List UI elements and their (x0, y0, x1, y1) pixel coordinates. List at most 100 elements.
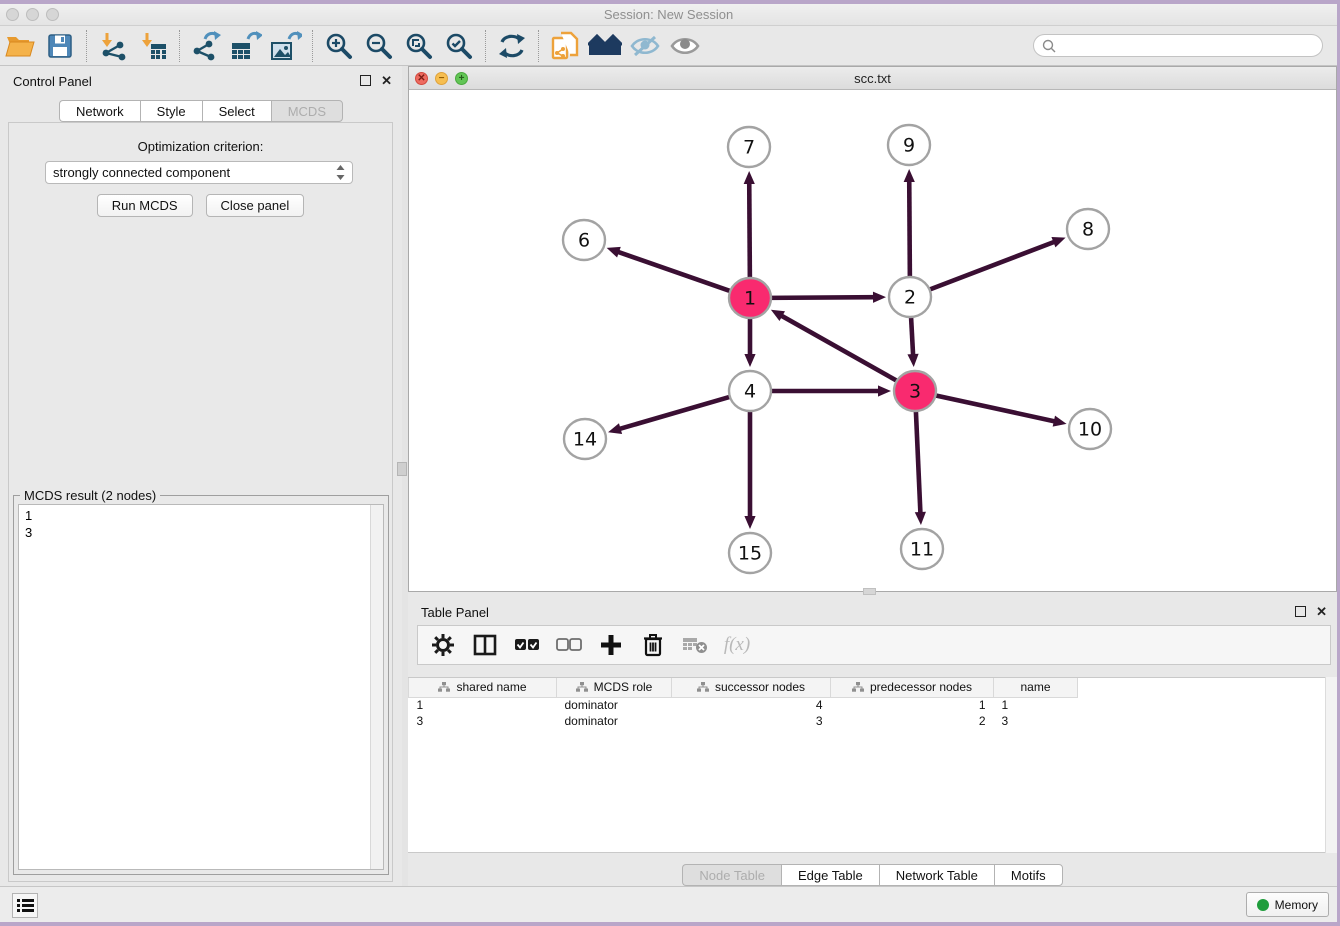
table-row[interactable]: 1dominator411 (409, 697, 1078, 713)
graph-node-4[interactable]: 4 (729, 371, 771, 411)
import-network-icon[interactable] (93, 29, 133, 63)
graph-edge[interactable] (744, 317, 755, 367)
column-header-2[interactable]: successor nodes (672, 678, 831, 697)
graph-edge[interactable] (769, 292, 886, 303)
delete-table-icon[interactable] (678, 629, 712, 661)
run-mcds-button[interactable]: Run MCDS (97, 194, 193, 217)
graph-edge[interactable] (904, 169, 915, 278)
close-table-panel-icon[interactable]: ✕ (1316, 605, 1327, 618)
table-cell[interactable]: 2 (831, 713, 994, 729)
table-cell[interactable]: dominator (557, 713, 672, 729)
network-window-titlebar[interactable]: ✕ − + scc.txt (409, 67, 1336, 90)
criterion-dropdown[interactable]: strongly connected component (45, 161, 353, 184)
control-panel-title: Control Panel (13, 74, 92, 89)
toolbar-separator (538, 30, 539, 62)
graph-edge[interactable] (934, 395, 1067, 427)
horizontal-splitter-grip[interactable] (863, 588, 876, 595)
graph-node-14[interactable]: 14 (564, 419, 606, 459)
zoom-selected-icon[interactable] (439, 29, 479, 63)
search-field[interactable] (1033, 34, 1323, 57)
import-table-icon[interactable] (133, 29, 173, 63)
column-header-3[interactable]: predecessor nodes (831, 678, 994, 697)
column-header-1[interactable]: MCDS role (557, 678, 672, 697)
select-all-checkbox-icon[interactable] (510, 629, 544, 661)
tab-edge-table[interactable]: Edge Table (781, 864, 879, 886)
tab-select[interactable]: Select (202, 100, 271, 122)
tab-network[interactable]: Network (59, 100, 140, 122)
graph-node-3[interactable]: 3 (894, 371, 936, 411)
node-table: shared nameMCDS rolesuccessor nodesprede… (408, 677, 1332, 853)
graph-node-11[interactable]: 11 (901, 529, 943, 569)
search-input[interactable] (1056, 39, 1314, 53)
close-panel-button[interactable]: Close panel (206, 194, 305, 217)
graph-edge[interactable] (771, 310, 899, 382)
column-header-4[interactable]: name (994, 678, 1078, 697)
graph-edge[interactable] (769, 385, 891, 396)
graph-edge[interactable] (744, 171, 755, 279)
network-view-window: ✕ − + scc.txt 7 9 6 8 1 2 4 3 14 10 15 11 (408, 66, 1337, 592)
home-layout-icon[interactable] (585, 29, 625, 63)
close-panel-icon[interactable]: ✕ (381, 74, 392, 87)
show-all-icon[interactable] (665, 29, 705, 63)
open-file-icon[interactable] (0, 29, 40, 63)
graph-edge[interactable] (915, 410, 926, 525)
graph-edge[interactable] (607, 247, 732, 292)
tab-node-table[interactable]: Node Table (682, 864, 781, 886)
graph-node-10[interactable]: 10 (1069, 409, 1111, 449)
table-cell[interactable]: 1 (831, 697, 994, 713)
save-session-icon[interactable] (40, 29, 80, 63)
deselect-all-checkbox-icon[interactable] (552, 629, 586, 661)
tab-mcds[interactable]: MCDS (271, 100, 343, 122)
mcds-panel: Optimization criterion: strongly connect… (8, 122, 393, 882)
graph-node-8[interactable]: 8 (1067, 209, 1109, 249)
table-cell[interactable]: dominator (557, 697, 672, 713)
table-cell[interactable]: 3 (994, 713, 1078, 729)
float-panel-icon[interactable] (360, 75, 371, 86)
graph-node-7[interactable]: 7 (728, 127, 770, 167)
refresh-view-icon[interactable] (492, 29, 532, 63)
graph-node-1[interactable]: 1 (729, 278, 771, 318)
task-history-button[interactable] (12, 893, 38, 918)
memory-button[interactable]: Memory (1246, 892, 1329, 917)
graph-node-2[interactable]: 2 (889, 277, 931, 317)
zoom-in-icon[interactable] (319, 29, 359, 63)
add-column-icon[interactable] (594, 629, 628, 661)
mcds-result-scrollbar[interactable] (370, 505, 383, 869)
graph-edge[interactable] (744, 410, 755, 529)
clone-network-icon[interactable] (545, 29, 585, 63)
criterion-value: strongly connected component (53, 165, 336, 180)
graph-edge[interactable] (928, 237, 1066, 290)
table-row[interactable]: 3dominator323 (409, 713, 1078, 729)
mcds-result-title: MCDS result (2 nodes) (20, 488, 160, 503)
table-cell[interactable]: 4 (672, 697, 831, 713)
export-image-icon[interactable] (266, 29, 306, 63)
zoom-out-icon[interactable] (359, 29, 399, 63)
delete-column-icon[interactable] (636, 629, 670, 661)
table-cell[interactable]: 3 (409, 713, 557, 729)
table-cell[interactable]: 3 (672, 713, 831, 729)
export-table-icon[interactable] (226, 29, 266, 63)
zoom-fit-icon[interactable] (399, 29, 439, 63)
table-scrollbar[interactable] (1325, 677, 1337, 853)
tab-style[interactable]: Style (140, 100, 202, 122)
column-header-0[interactable]: shared name (409, 678, 557, 697)
splitter-grip[interactable] (397, 462, 407, 476)
graph-node-6[interactable]: 6 (563, 220, 605, 260)
table-cell[interactable]: 1 (994, 697, 1078, 713)
tab-network-table[interactable]: Network Table (879, 864, 994, 886)
split-panel-icon[interactable] (468, 629, 502, 661)
table-cell[interactable]: 1 (409, 697, 557, 713)
graph-edge[interactable] (907, 316, 918, 367)
network-canvas[interactable]: 7 9 6 8 1 2 4 3 14 10 15 11 (409, 90, 1336, 591)
tab-motifs[interactable]: Motifs (994, 864, 1063, 886)
memory-label: Memory (1275, 898, 1318, 912)
float-table-panel-icon[interactable] (1295, 606, 1306, 617)
export-network-icon[interactable] (186, 29, 226, 63)
hide-selected-icon[interactable] (625, 29, 665, 63)
graph-node-9[interactable]: 9 (888, 125, 930, 165)
graph-node-15[interactable]: 15 (729, 533, 771, 573)
function-builder-icon[interactable]: f(x) (720, 629, 754, 661)
mcds-result-text[interactable]: 1 3 (18, 504, 384, 870)
column-settings-icon[interactable] (426, 629, 460, 661)
graph-edge[interactable] (608, 396, 732, 434)
